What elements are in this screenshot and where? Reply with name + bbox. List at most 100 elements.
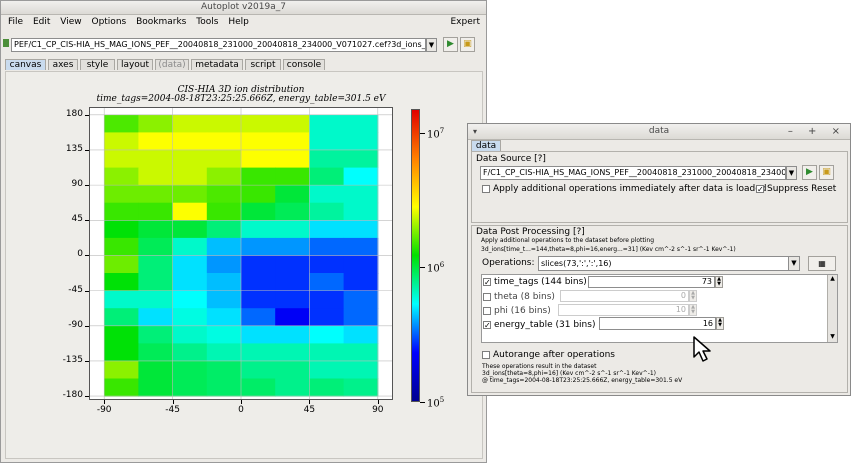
window-menu-icon[interactable]: ▾ bbox=[473, 124, 477, 139]
apply-ops-checkbox[interactable] bbox=[482, 184, 490, 193]
heatmap-cell bbox=[206, 360, 242, 379]
heatmap-cell bbox=[138, 378, 174, 397]
dim-checkbox-phi[interactable] bbox=[483, 306, 491, 315]
heatmap-cell bbox=[241, 185, 276, 204]
heatmap-cell bbox=[241, 273, 276, 292]
menu-expert[interactable]: Expert bbox=[451, 15, 481, 29]
suppress-reset-checkbox[interactable]: ✓ bbox=[756, 184, 764, 193]
data-source-go-button[interactable]: ▶ bbox=[802, 165, 817, 180]
dim-label-theta: theta (8 bins) bbox=[494, 292, 555, 302]
y-tick-mark bbox=[85, 396, 89, 398]
autorange-checkbox[interactable] bbox=[482, 350, 490, 359]
dim-spinner-phi[interactable]: ▲ ▼ bbox=[689, 304, 697, 316]
dim-row-energy-table: ✓ energy_table (31 bins) bbox=[483, 320, 595, 330]
heatmap-cell bbox=[309, 132, 345, 151]
tab-layout[interactable]: layout bbox=[117, 59, 153, 70]
heatmap-cell bbox=[206, 132, 242, 151]
heatmap-cell bbox=[309, 273, 345, 292]
heatmap-cell bbox=[104, 167, 139, 186]
data-source-label[interactable]: Data Source [?] bbox=[476, 154, 546, 164]
heatmap-cell bbox=[138, 343, 174, 362]
dim-spinner-time-tags[interactable]: ▲ ▼ bbox=[715, 276, 723, 288]
dim-value-phi[interactable]: 10 bbox=[558, 304, 689, 316]
menu-file[interactable]: File bbox=[8, 17, 23, 27]
heatmap-cell bbox=[138, 308, 174, 327]
dim-label-time-tags: time_tags (144 bins) bbox=[494, 277, 587, 287]
dim-value-energy-table[interactable]: 16 bbox=[599, 317, 716, 330]
y-tick-mark bbox=[85, 114, 89, 116]
window-controls[interactable]: – + × bbox=[788, 124, 846, 139]
menu-help[interactable]: Help bbox=[228, 17, 249, 27]
tab-data[interactable]: (data) bbox=[155, 59, 189, 70]
operations-field[interactable]: slices(73,':',':',16) bbox=[538, 256, 792, 271]
dim-checkbox-time-tags[interactable]: ✓ bbox=[483, 277, 491, 286]
menu-options[interactable]: Options bbox=[91, 17, 126, 27]
data-titlebar: ▾ data – + × bbox=[468, 124, 850, 140]
heatmap-cell bbox=[309, 378, 345, 397]
heatmap-cell bbox=[206, 255, 242, 274]
heatmap-cell bbox=[309, 202, 345, 221]
tab-console[interactable]: console bbox=[283, 59, 325, 70]
uri-dropdown-button[interactable]: ▼ bbox=[426, 38, 437, 52]
operations-dropdown-button[interactable]: ▼ bbox=[788, 256, 800, 271]
tab-axes[interactable]: axes bbox=[48, 59, 78, 70]
plot-area[interactable] bbox=[89, 107, 393, 400]
heatmap-cell bbox=[172, 308, 208, 327]
operations-editor-button[interactable]: ▦ bbox=[808, 256, 836, 271]
dim-value-time-tags[interactable]: 73 bbox=[588, 276, 715, 288]
dim-checkbox-theta[interactable] bbox=[483, 292, 491, 301]
heatmap-cell bbox=[343, 290, 379, 309]
tab-canvas[interactable]: canvas bbox=[5, 59, 46, 70]
dim-value-theta[interactable]: 0 bbox=[560, 290, 689, 302]
heatmap-cell bbox=[275, 114, 310, 133]
heatmap-cell bbox=[138, 273, 174, 292]
heatmap-cell bbox=[343, 114, 379, 133]
heatmap-cell bbox=[206, 378, 242, 397]
post-processing-label[interactable]: Data Post Processing [?] bbox=[476, 227, 585, 237]
menu-edit[interactable]: Edit bbox=[33, 17, 50, 27]
dim-row-theta: theta (8 bins) bbox=[483, 292, 555, 302]
menu-bookmarks[interactable]: Bookmarks bbox=[136, 17, 186, 27]
autorange-label: Autorange after operations bbox=[493, 350, 615, 360]
colorbar-tick-mark bbox=[420, 402, 425, 403]
tab-script[interactable]: script bbox=[245, 59, 281, 70]
heatmap-cell bbox=[275, 237, 310, 256]
colorbar-tick-mark bbox=[420, 132, 425, 134]
autorange-row: Autorange after operations bbox=[482, 350, 615, 360]
heatmap-cell bbox=[241, 343, 276, 362]
heatmap-cell bbox=[241, 132, 276, 151]
heatmap-cell bbox=[206, 273, 242, 292]
dim-spinner-theta[interactable]: ▲ ▼ bbox=[689, 290, 697, 302]
heatmap-cell bbox=[275, 150, 310, 169]
dim-label-energy-table: energy_table (31 bins) bbox=[494, 320, 596, 330]
mouse-pointer-icon bbox=[693, 336, 711, 362]
data-source-browse-button[interactable]: ▣ bbox=[819, 165, 834, 180]
dim-checkbox-energy-table[interactable]: ✓ bbox=[483, 320, 491, 329]
data-source-field[interactable]: F/C1_CP_CIS-HIA_HS_MAG_IONS_PEF__2004081… bbox=[480, 166, 786, 180]
x-tick-mark bbox=[104, 400, 106, 404]
menu-view[interactable]: View bbox=[60, 17, 81, 27]
browse-folder-button[interactable]: ▣ bbox=[460, 37, 475, 52]
dim-spinner-energy-table[interactable]: ▲ ▼ bbox=[716, 317, 724, 330]
tab-data-panel[interactable]: data bbox=[471, 140, 501, 151]
y-tick-label: 135 bbox=[65, 143, 83, 154]
menu-tools[interactable]: Tools bbox=[196, 17, 218, 27]
colorbar bbox=[411, 109, 420, 402]
tab-style[interactable]: style bbox=[80, 59, 115, 70]
heatmap-cell bbox=[241, 220, 276, 239]
heatmap-cell bbox=[206, 220, 242, 239]
heatmap-cell bbox=[172, 273, 208, 292]
heatmap-cell bbox=[172, 290, 208, 309]
heatmap-cell bbox=[241, 167, 276, 186]
heatmap-cell bbox=[343, 343, 379, 362]
dimensions-scrollbar[interactable]: ▲ ▼ bbox=[827, 275, 837, 342]
dim-row-phi: phi (16 bins) bbox=[483, 306, 551, 316]
heatmap-cell bbox=[138, 150, 174, 169]
heatmap-cell bbox=[275, 132, 310, 151]
data-source-dropdown-button[interactable]: ▼ bbox=[786, 166, 797, 180]
go-button[interactable]: ▶ bbox=[443, 37, 458, 52]
suppress-reset-row: ✓ Suppress Reset bbox=[756, 184, 836, 194]
data-window-title: data bbox=[648, 126, 670, 136]
tab-metadata[interactable]: metadata bbox=[191, 59, 243, 70]
uri-field[interactable]: PEF/C1_CP_CIS-HIA_HS_MAG_IONS_PEF__20040… bbox=[11, 38, 426, 52]
